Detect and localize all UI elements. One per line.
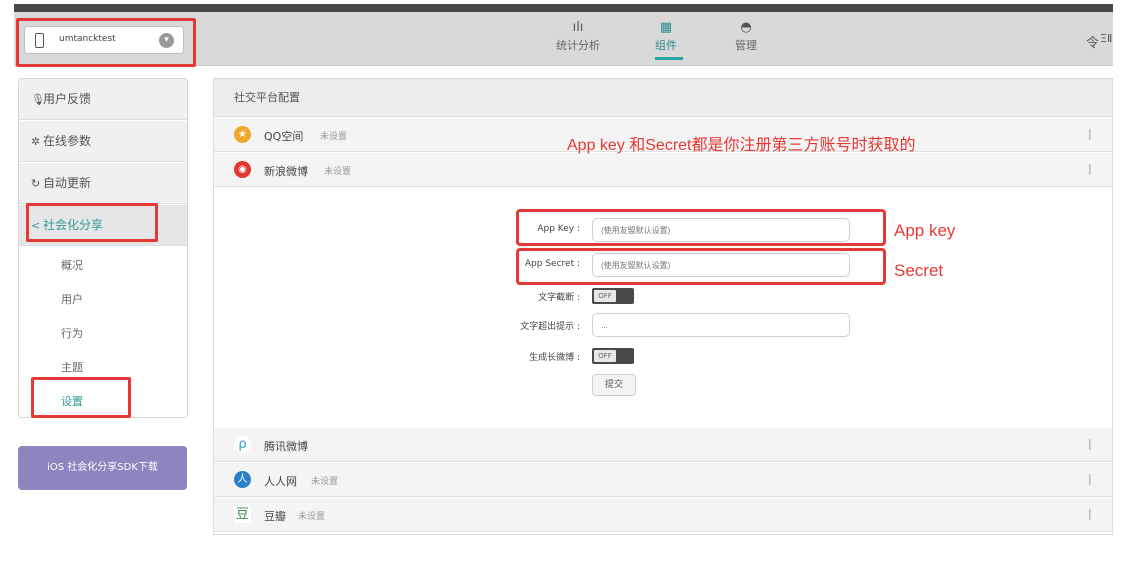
sidebar-item-online-params[interactable]: ✲ 在线参数 (19, 121, 187, 162)
platform-row-weibo[interactable]: ◉ 新浪微博 未设置 | (214, 153, 1112, 187)
overflow-hint-label: 文字超出提示 : (520, 322, 580, 332)
row-divider-icon: | (1088, 507, 1092, 520)
sidebar-subitem-users[interactable]: 用户 (61, 291, 83, 307)
highlight-settings (31, 377, 131, 418)
row-divider-icon: | (1088, 127, 1092, 140)
ios-sdk-download-button[interactable]: iOS 社会化分享SDK下载 (18, 446, 187, 490)
gauge-icon: ◓ (740, 20, 752, 35)
sidebar-item-auto-update[interactable]: ↻ 自动更新 (19, 163, 187, 204)
gear-icon: ✲ (31, 135, 41, 148)
row-divider-icon: | (1088, 472, 1092, 485)
long-weibo-toggle[interactable]: OFF (592, 348, 634, 364)
top-strip (14, 4, 1113, 12)
platform-row-douban[interactable]: 豆 豆瓣 未设置 | (214, 498, 1112, 532)
nav-active-underline (655, 57, 683, 60)
douban-icon: 豆 (234, 506, 251, 523)
toggle-state-label: OFF (594, 350, 616, 362)
sidebar-item-feedback[interactable]: 🎙 用户反馈 (19, 79, 187, 120)
mic-icon: 🎙 (31, 93, 45, 106)
toggle-state-label: OFF (594, 290, 616, 302)
platform-status: 未设置 (320, 132, 348, 142)
user-menu-icon[interactable]: 令 (1086, 32, 1099, 51)
grid-icon: ▦ (659, 20, 673, 35)
sidebar: 🎙 用户反馈 ✲ 在线参数 ↻ 自动更新 < 社会化分享 概况 用户 行为 主题… (18, 78, 188, 418)
sidebar-subitem-overview[interactable]: 概况 (61, 257, 83, 273)
platform-status: 未设置 (311, 477, 339, 487)
user-menu-text[interactable]: ΞⅡ (1100, 32, 1112, 45)
platform-row-renren[interactable]: 人 人人网 未设置 | (214, 463, 1112, 497)
row-divider-icon: | (1088, 162, 1092, 175)
submit-button[interactable]: 提交 (592, 374, 636, 396)
highlight-app-selector (16, 18, 196, 67)
platform-name: 豆瓣 (264, 510, 286, 523)
highlight-app-key (516, 209, 886, 246)
qzone-icon: ★ (234, 126, 251, 143)
platform-name: QQ空间 (264, 130, 304, 143)
platform-name: 人人网 (264, 475, 297, 488)
platform-name: 腾讯微博 (264, 440, 308, 453)
sidebar-item-label: 自动更新 (43, 176, 92, 190)
nav-statistics-label: 统计分析 (556, 39, 600, 52)
text-cut-toggle[interactable]: OFF (592, 288, 634, 304)
annotation-top-note: App key 和Secret都是你注册第三方账号时获取的 (567, 137, 916, 154)
highlight-social-share (26, 203, 158, 242)
sidebar-item-label: 在线参数 (43, 134, 92, 148)
sidebar-subitem-behavior[interactable]: 行为 (61, 325, 83, 341)
panel-title: 社交平台配置 (214, 79, 1112, 117)
nav-manage-label: 管理 (735, 39, 757, 52)
nav-components[interactable]: ▦ 组件 (655, 20, 677, 53)
renren-icon: 人 (234, 471, 251, 488)
highlight-app-secret (516, 248, 886, 285)
overflow-hint-input[interactable] (592, 313, 850, 337)
nav-manage[interactable]: ◓ 管理 (735, 20, 757, 53)
sidebar-item-label: 用户反馈 (43, 92, 92, 106)
long-weibo-label: 生成长微博 : (529, 353, 580, 363)
platform-status: 未设置 (324, 167, 352, 177)
weibo-icon: ◉ (234, 161, 251, 178)
platform-name: 新浪微博 (264, 165, 308, 178)
row-divider-icon: | (1088, 437, 1092, 450)
text-cut-label: 文字截断 : (538, 293, 580, 303)
sidebar-subitem-theme[interactable]: 主题 (61, 359, 83, 375)
annotation-app-key: App key (894, 221, 956, 240)
tencent-weibo-icon: ρ (234, 436, 251, 453)
platform-status: 未设置 (298, 512, 326, 522)
bar-chart-icon: ılı (572, 20, 584, 35)
nav-components-label: 组件 (655, 39, 677, 52)
nav-statistics[interactable]: ılı 统计分析 (556, 20, 600, 53)
refresh-icon: ↻ (31, 177, 41, 190)
platform-row-tencent-weibo[interactable]: ρ 腾讯微博 | (214, 428, 1112, 462)
annotation-secret: Secret (894, 261, 944, 280)
